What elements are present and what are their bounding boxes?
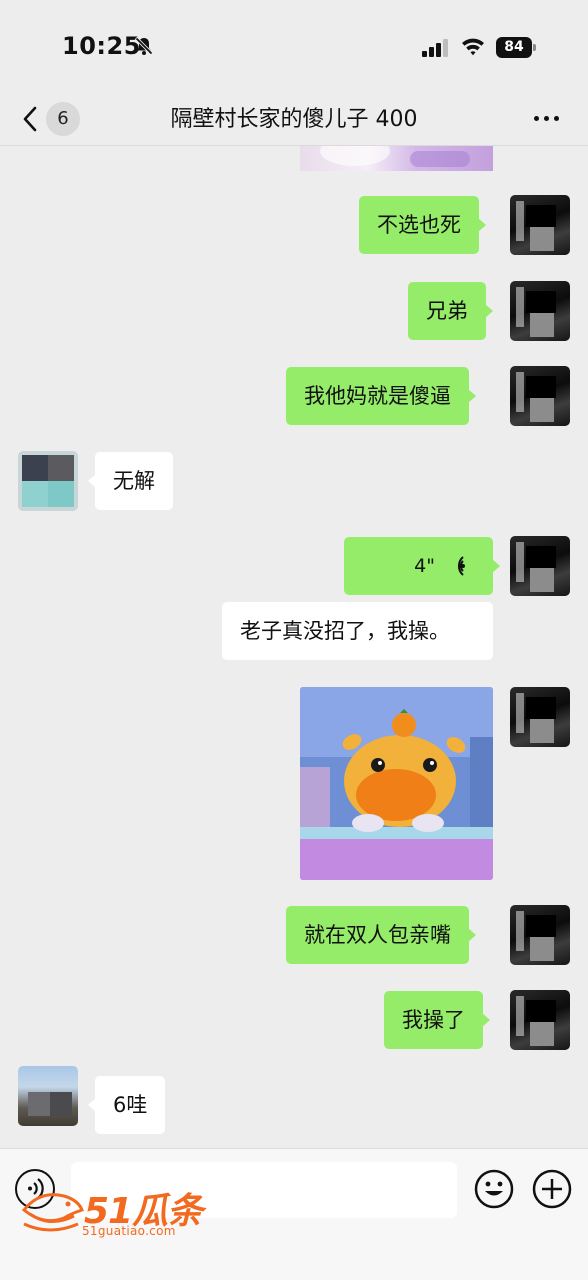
message-bubble-outgoing[interactable]: 我操了 [384, 991, 490, 1049]
avatar-self[interactable] [510, 536, 570, 596]
plus-icon[interactable] [532, 1169, 572, 1209]
image-message-partial[interactable] [300, 146, 493, 171]
chat-header: 6 隔壁村长家的傻儿子 400 [0, 90, 588, 146]
voice-transcript: 老子真没招了，我操。 [222, 602, 493, 660]
mute-bell-icon [134, 36, 154, 56]
message-bubble-outgoing[interactable]: 不选也死 [359, 196, 486, 254]
message-text: 6哇 [113, 1093, 148, 1117]
avatar-contact[interactable] [18, 1066, 78, 1126]
battery-level: 84 [496, 37, 532, 58]
battery-icon: 84 [496, 37, 536, 58]
avatar-self[interactable] [510, 195, 570, 255]
avatar-self[interactable] [510, 366, 570, 426]
avatar-self[interactable] [510, 281, 570, 341]
unread-count-badge: 6 [46, 102, 80, 136]
cartoon-sticker-image [300, 687, 493, 880]
message-text: 无解 [113, 469, 155, 493]
voice-duration: 4" [414, 555, 435, 577]
message-text: 我他妈就是傻逼 [304, 384, 451, 408]
transcript-text: 老子真没招了，我操。 [240, 619, 450, 643]
wifi-icon [462, 38, 484, 56]
message-text: 兄弟 [426, 299, 468, 323]
message-bubble-outgoing[interactable]: 我他妈就是傻逼 [286, 367, 476, 425]
avatar-contact[interactable] [18, 451, 78, 511]
image-message-sticker[interactable] [300, 687, 493, 880]
avatar-self[interactable] [510, 905, 570, 965]
message-text: 我操了 [402, 1008, 465, 1032]
avatar-self[interactable] [510, 687, 570, 747]
back-button[interactable]: 6 [18, 96, 88, 140]
back-chevron-icon [23, 106, 37, 132]
message-bubble-outgoing[interactable]: 就在双人包亲嘴 [286, 906, 476, 964]
avatar-self[interactable] [510, 990, 570, 1050]
voice-wave-icon [457, 556, 465, 576]
message-bubble-incoming[interactable]: 无解 [88, 452, 173, 510]
voice-message-bubble[interactable]: 4" [344, 537, 500, 595]
more-dots-icon[interactable] [524, 104, 570, 134]
message-text: 不选也死 [377, 213, 461, 237]
chat-title: 隔壁村长家的傻儿子 400 [170, 107, 418, 132]
watermark-fish-icon [21, 1193, 84, 1232]
message-bubble-outgoing[interactable]: 兄弟 [408, 282, 493, 340]
message-bubble-incoming[interactable]: 6哇 [87, 1076, 166, 1134]
emoji-icon[interactable] [474, 1169, 514, 1209]
status-bar: 10:25 84 [0, 0, 588, 90]
watermark-logo: 51瓜条 51guatiao.com [20, 1180, 205, 1240]
watermark-url: 51guatiao.com [82, 1224, 176, 1238]
status-time: 10:25 [62, 32, 141, 60]
message-text: 就在双人包亲嘴 [304, 923, 451, 947]
signal-icon [422, 39, 448, 57]
